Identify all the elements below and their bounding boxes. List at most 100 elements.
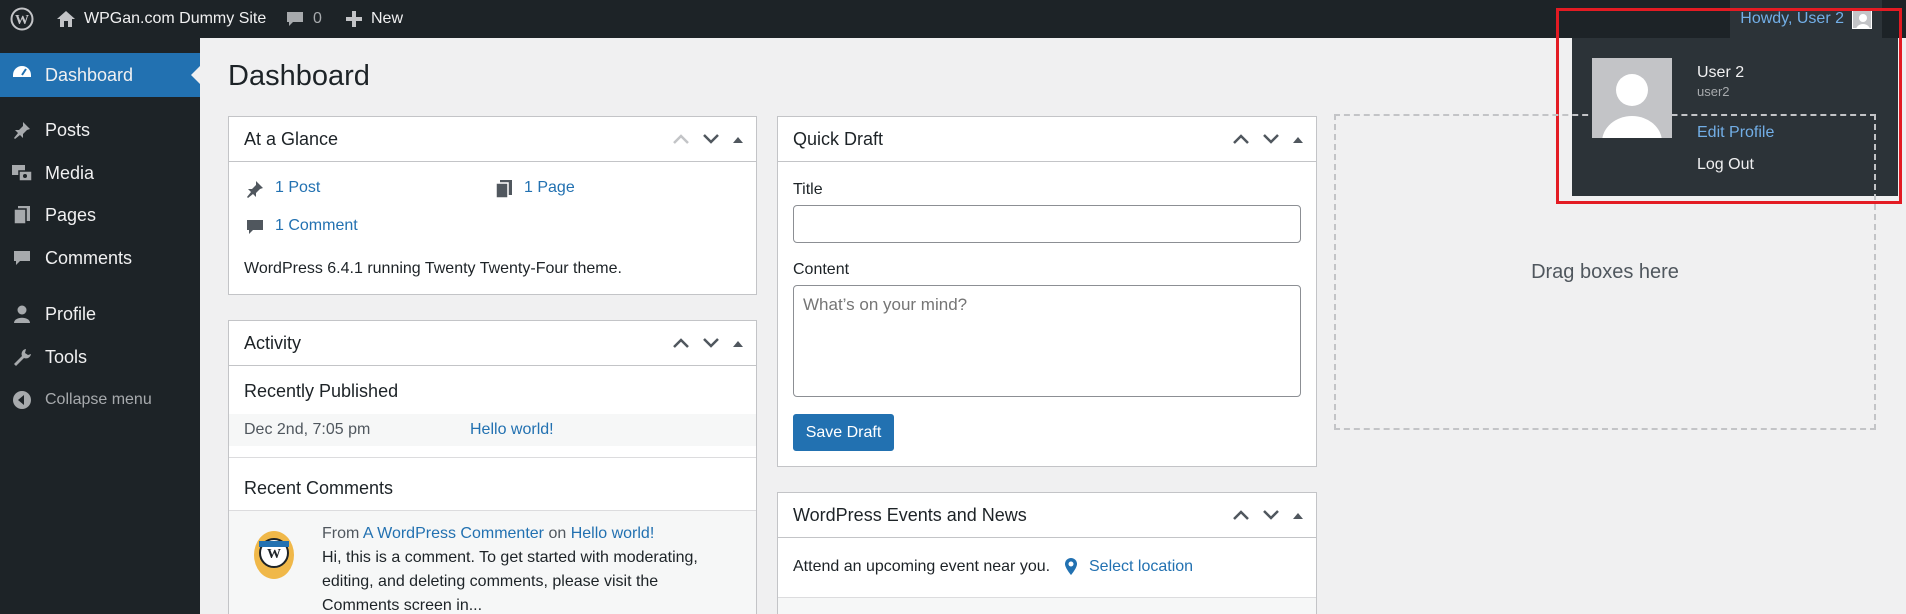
posts-count-link[interactable]: 1 Post — [275, 179, 320, 197]
svg-text:W: W — [267, 547, 281, 562]
toggle-panel-icon[interactable] — [1292, 129, 1304, 150]
published-post-link[interactable]: Hello world! — [470, 421, 554, 439]
events-list — [778, 597, 1316, 614]
svg-text:W: W — [15, 13, 29, 28]
comment-post-link[interactable]: Hello world! — [571, 525, 655, 542]
widget-header: At a Glance — [229, 117, 756, 162]
sidebar-item-dashboard[interactable]: Dashboard — [0, 53, 200, 97]
sidebar-item-label: Tools — [45, 346, 88, 367]
howdy-text: Howdy, User 2 — [1740, 10, 1844, 27]
wordpress-logo-icon[interactable]: W — [10, 0, 34, 38]
sidebar-item-media[interactable]: Media — [0, 153, 200, 193]
recently-published-heading: Recently Published — [244, 381, 399, 401]
comments-count: 0 — [313, 10, 322, 27]
activity-widget: Activity Recently Published Dec 2nd, 7:0… — [228, 320, 757, 614]
comment-from-label: From — [322, 525, 360, 542]
collapse-menu-button[interactable]: Collapse menu — [0, 380, 200, 420]
new-content-link[interactable]: New — [345, 0, 403, 38]
avatar-small — [1852, 9, 1872, 29]
site-name-link[interactable]: WPGan.com Dummy Site — [56, 0, 266, 38]
widget-title: WordPress Events and News — [793, 504, 1027, 525]
collapse-icon — [10, 390, 34, 410]
admin-sidebar: Dashboard Posts Media Pages Comments Pro… — [0, 38, 200, 614]
comment-author-link[interactable]: A WordPress Commenter — [363, 525, 544, 542]
move-up-icon[interactable] — [672, 333, 690, 354]
comment-row: W From A WordPress Commenter on Hello wo… — [229, 510, 756, 614]
move-up-icon[interactable] — [1232, 505, 1250, 526]
published-date: Dec 2nd, 7:05 pm — [244, 421, 371, 438]
sidebar-item-label: Profile — [45, 303, 97, 324]
move-down-icon[interactable] — [702, 129, 720, 150]
move-down-icon[interactable] — [1262, 505, 1280, 526]
widget-title: Activity — [244, 332, 302, 353]
pushpin-icon — [10, 120, 34, 140]
my-account-menu[interactable]: Howdy, User 2 — [1730, 0, 1882, 38]
site-name: WPGan.com Dummy Site — [84, 10, 267, 27]
sidebar-item-pages[interactable]: Pages — [0, 195, 200, 235]
quick-draft-widget: Quick Draft Title Content Save Draft — [777, 116, 1317, 467]
display-name: User 2 — [1697, 64, 1745, 81]
sidebar-item-label: Dashboard — [45, 64, 134, 85]
widget-header: WordPress Events and News — [778, 493, 1316, 538]
sidebar-item-comments[interactable]: Comments — [0, 238, 200, 278]
drop-zone-text: Drag boxes here — [1531, 260, 1679, 283]
commenter-avatar: W — [249, 525, 299, 586]
page-title: Dashboard — [228, 60, 370, 92]
dashboard-icon — [10, 63, 34, 83]
draft-content-textarea[interactable] — [793, 285, 1301, 397]
comment-excerpt-line: Hi, this is a comment. To get started wi… — [322, 549, 698, 566]
admin-bar: W WPGan.com Dummy Site 0 New Howdy, User… — [0, 0, 1906, 38]
sidebar-item-label: Pages — [45, 204, 97, 225]
user-icon — [10, 304, 34, 324]
comment-excerpt-line: editing, and deleting comments, please v… — [322, 573, 659, 590]
comments-link[interactable]: 0 — [285, 0, 322, 38]
title-label: Title — [793, 181, 823, 198]
plus-icon — [345, 10, 363, 28]
comment-on-label: on — [548, 525, 567, 542]
toggle-panel-icon[interactable] — [732, 333, 744, 354]
toggle-panel-icon[interactable] — [1292, 505, 1304, 526]
sidebar-item-label: Comments — [45, 247, 133, 268]
recent-comments-heading: Recent Comments — [244, 478, 394, 498]
move-down-icon[interactable] — [1262, 129, 1280, 150]
sidebar-item-tools[interactable]: Tools — [0, 337, 200, 377]
username: user2 — [1697, 84, 1730, 99]
current-arrow — [191, 66, 200, 84]
widget-header: Quick Draft — [778, 117, 1316, 162]
sidebar-item-posts[interactable]: Posts — [0, 110, 200, 150]
comments-count-link[interactable]: 1 Comment — [275, 217, 358, 235]
comment-excerpt-line: Comments screen in... — [322, 597, 483, 614]
save-draft-button[interactable]: Save Draft — [793, 414, 894, 451]
comment-icon — [10, 248, 34, 268]
attend-text: Attend an upcoming event near you. — [793, 558, 1051, 575]
draft-title-input[interactable] — [793, 205, 1301, 243]
move-down-icon[interactable] — [702, 333, 720, 354]
pages-icon — [495, 179, 513, 204]
home-icon — [56, 9, 76, 29]
select-location-link[interactable]: Select location — [1089, 558, 1193, 576]
widget-title: At a Glance — [244, 128, 339, 149]
comment-bubble-icon — [285, 9, 305, 29]
pages-count-link[interactable]: 1 Page — [524, 179, 575, 197]
comment-icon — [245, 217, 265, 242]
pages-icon — [10, 205, 34, 225]
version-text: WordPress 6.4.1 running Twenty Twenty-Fo… — [244, 260, 622, 277]
move-up-icon[interactable] — [1232, 129, 1250, 150]
wrench-icon — [10, 347, 34, 367]
divider — [229, 457, 756, 458]
toggle-panel-icon[interactable] — [732, 129, 744, 150]
events-news-widget: WordPress Events and News Attend an upco… — [777, 492, 1317, 614]
widget-header: Activity — [229, 321, 756, 366]
move-up-icon[interactable] — [672, 129, 690, 150]
sidebar-item-label: Posts — [45, 119, 91, 140]
sidebar-item-profile[interactable]: Profile — [0, 294, 200, 334]
sidebar-item-label: Media — [45, 162, 95, 183]
comment-meta: From A WordPress Commenter on Hello worl… — [322, 525, 654, 543]
location-pin-icon — [1063, 557, 1079, 582]
media-icon — [10, 163, 34, 183]
new-label: New — [371, 10, 404, 27]
published-row: Dec 2nd, 7:05 pm Hello world! — [229, 414, 756, 446]
widget-title: Quick Draft — [793, 128, 884, 149]
sidebar-item-label: Collapse menu — [45, 391, 152, 408]
at-a-glance-widget: At a Glance 1 Post 1 Page 1 Comment Word… — [228, 116, 757, 295]
